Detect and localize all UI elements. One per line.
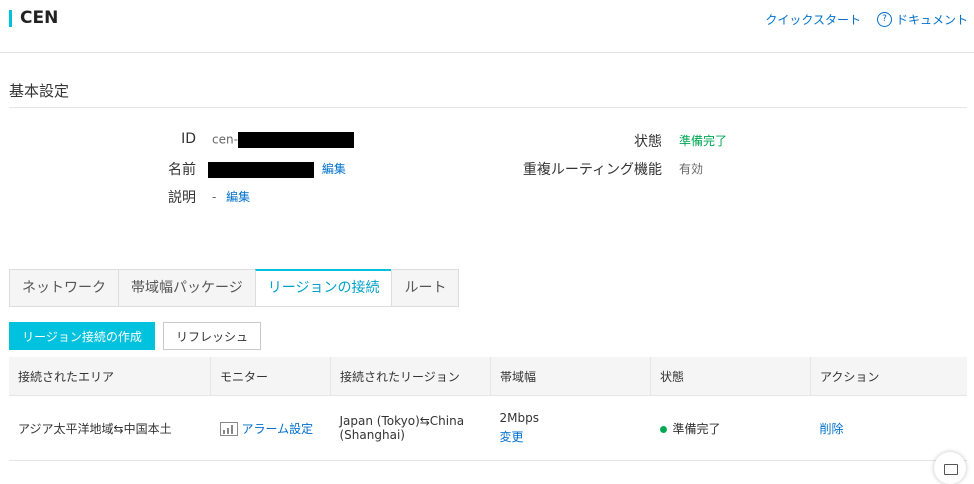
tab-network[interactable]: ネットワーク xyxy=(9,269,118,307)
column-header-status: 状態 xyxy=(650,357,811,396)
page-title: CEN xyxy=(20,8,59,28)
name-label: 名前 xyxy=(168,162,196,178)
description-label: 説明 xyxy=(168,190,196,206)
region-line-1: Japan (Tokyo)⇆China xyxy=(339,414,465,428)
routing-label: 重複ルーティング機能 xyxy=(522,162,662,178)
redaction-block xyxy=(208,161,314,178)
column-header-region: 接続されたリージョン xyxy=(330,357,491,396)
cell-bandwidth: 2Mbps 変更 xyxy=(490,395,651,461)
bandwidth-value: 2Mbps xyxy=(499,411,539,425)
status-label: 状態 xyxy=(634,134,662,150)
alarm-settings-link[interactable]: アラーム設定 xyxy=(242,422,314,436)
id-prefix: cen- xyxy=(212,132,238,147)
column-header-bandwidth: 帯域幅 xyxy=(490,357,651,396)
column-header-monitor: モニター xyxy=(210,357,331,396)
column-header-area: 接続されたエリア xyxy=(9,357,211,396)
cell-region: Japan (Tokyo)⇆China (Shanghai) xyxy=(330,395,491,461)
cell-area: アジア太平洋地域⇆中国本土 xyxy=(9,395,211,461)
status-text: 準備完了 xyxy=(672,421,721,436)
description-text: - xyxy=(212,190,217,204)
edit-name-link[interactable]: 編集 xyxy=(322,162,346,176)
section-divider xyxy=(9,107,967,108)
description-value: - 編集 xyxy=(212,188,250,205)
tab-region-connection[interactable]: リージョンの接続 xyxy=(254,269,392,307)
region-connection-table: 接続されたエリア モニター 接続されたリージョン 帯域幅 状態 アクション アジ… xyxy=(9,357,967,461)
table-row: アジア太平洋地域⇆中国本土 アラーム設定 Japan (Tokyo)⇆China… xyxy=(9,395,967,461)
change-bandwidth-link[interactable]: 変更 xyxy=(500,428,642,445)
routing-value: 有効 xyxy=(679,162,704,176)
docs-link-label: ドキュメント xyxy=(895,13,968,27)
delete-link[interactable]: 削除 xyxy=(820,422,844,436)
quick-start-link[interactable]: クイックスタート xyxy=(765,11,861,28)
tab-bandwidth-package[interactable]: 帯域幅パッケージ xyxy=(118,269,255,307)
cell-monitor: アラーム設定 xyxy=(210,395,331,461)
help-icon: ? xyxy=(876,12,892,27)
feedback-floating-button[interactable] xyxy=(934,452,966,484)
redaction-block xyxy=(237,132,354,148)
name-value: 編集 xyxy=(208,160,346,178)
bar-chart-icon xyxy=(219,422,238,436)
create-region-connection-button[interactable]: リージョン接続の作成 xyxy=(9,322,155,350)
docs-link[interactable]: ? ドキュメント xyxy=(876,11,968,28)
column-header-action: アクション xyxy=(810,357,967,396)
tab-route[interactable]: ルート xyxy=(391,269,460,307)
chat-icon xyxy=(944,464,958,475)
region-line-2: (Shanghai) xyxy=(339,428,405,442)
cell-action: 削除 xyxy=(810,395,967,461)
table-header-row: 接続されたエリア モニター 接続されたリージョン 帯域幅 状態 アクション xyxy=(9,357,967,396)
status-dot-icon xyxy=(659,425,667,433)
section-title-basic: 基本設定 xyxy=(9,82,70,100)
status-value: 準備完了 xyxy=(679,134,728,148)
header-links: クイックスタート ? ドキュメント xyxy=(765,11,968,28)
edit-description-link[interactable]: 編集 xyxy=(226,190,250,204)
cell-status: 準備完了 xyxy=(650,395,811,461)
tab-bar: ネットワーク 帯域幅パッケージ リージョンの接続 ルート xyxy=(9,269,460,307)
refresh-button[interactable]: リフレッシュ xyxy=(163,322,261,350)
page-header: CEN クイックスタート ? ドキュメント xyxy=(0,0,974,53)
id-label: ID xyxy=(181,131,196,147)
id-value: cen- xyxy=(212,132,354,148)
title-accent-bar xyxy=(9,10,12,27)
